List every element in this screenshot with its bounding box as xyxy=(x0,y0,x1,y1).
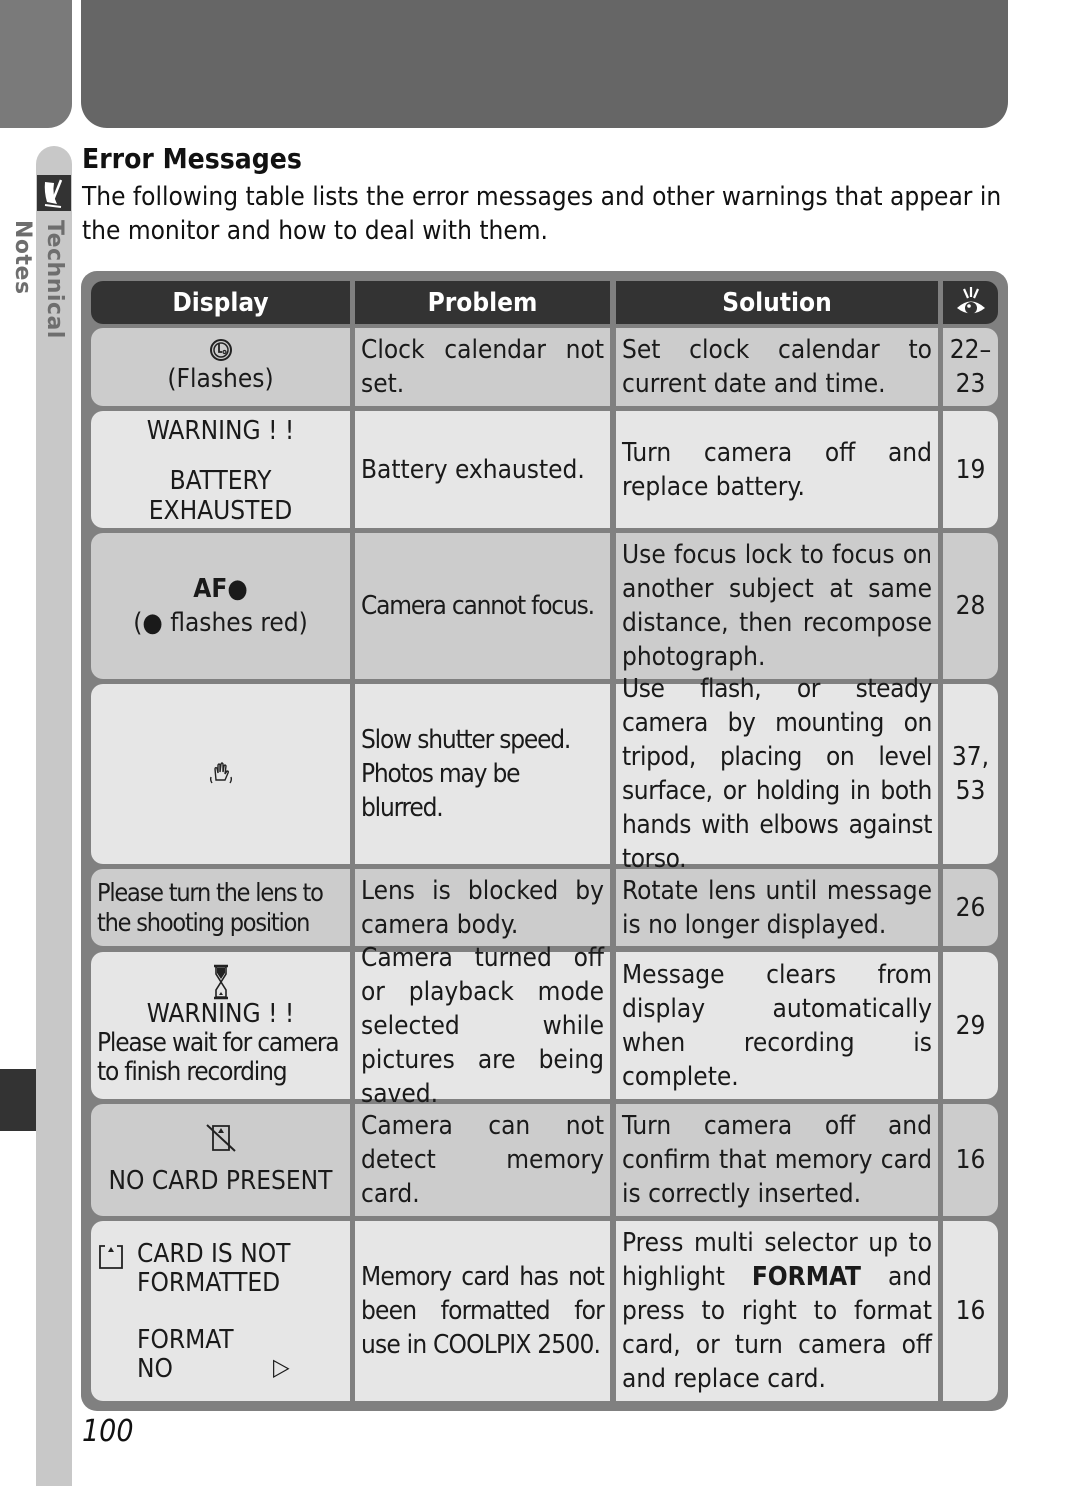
row7-solution: Turn camera off and confirm that memory … xyxy=(616,1104,938,1216)
row7-display: NO CARD PRESENT xyxy=(91,1104,350,1216)
intro-paragraph: The following table lists the error mess… xyxy=(82,182,1002,246)
row8-problem: Memory card has not been formatted for u… xyxy=(355,1221,610,1401)
header-problem: Problem xyxy=(355,281,610,324)
chapter-tab xyxy=(0,1069,36,1131)
row2-problem: Battery exhausted. xyxy=(355,411,610,528)
row3-solution: Use focus lock to focus on another subje… xyxy=(616,533,938,679)
right-arrow-icon: ▷ xyxy=(273,1353,290,1381)
row4-display xyxy=(91,684,350,864)
top-banner xyxy=(81,0,1008,128)
display-text: (● flashes red) xyxy=(133,608,308,638)
top-left-tab xyxy=(0,0,72,128)
display-text: Please wait for camera to finish recordi… xyxy=(97,1028,340,1087)
header-display: Display xyxy=(91,281,350,324)
row7-page: 16 xyxy=(943,1104,998,1216)
card-icon xyxy=(99,1244,123,1269)
no-card-icon xyxy=(205,1124,236,1152)
display-text: FORMAT xyxy=(137,1325,234,1355)
row3-problem: Camera cannot focus. xyxy=(355,533,610,679)
row4-problem: Slow shutter speed. Photos may be blurre… xyxy=(355,684,610,864)
row4-solution: Use flash, or steady camera by mounting … xyxy=(616,674,938,874)
display-text: EXHAUSTED xyxy=(148,495,293,526)
row8-solution: Press multi selector up to highlight FOR… xyxy=(616,1221,938,1401)
eye-reference-icon xyxy=(956,286,985,314)
hourglass-icon xyxy=(213,964,228,1000)
side-label: Technical Notes xyxy=(10,220,67,339)
error-table: Display Problem Solution (Flashes) Clock… xyxy=(81,271,1008,1411)
af-indicator: AF● xyxy=(193,574,248,604)
row1-solution: Set clock calendar to current date and t… xyxy=(616,328,938,406)
display-text: WARNING ! ! xyxy=(146,415,295,446)
display-text: CARD IS NOT xyxy=(137,1239,291,1269)
display-text: NO xyxy=(137,1354,173,1384)
format-keyword: FORMAT xyxy=(751,1262,862,1292)
header-display-label: Display xyxy=(172,287,269,318)
display-text: NO CARD PRESENT xyxy=(108,1166,333,1196)
header-page xyxy=(943,281,998,324)
row7-problem: Camera can not detect memory card. xyxy=(355,1104,610,1216)
row5-display: Please turn the lens to the shooting pos… xyxy=(91,869,350,946)
camera-shake-hand-icon xyxy=(209,762,232,784)
row6-page: 29 xyxy=(943,952,998,1099)
row4-page: 37, 53 xyxy=(943,684,998,864)
row3-page: 28 xyxy=(943,533,998,679)
row2-display: WARNING ! ! BATTERY EXHAUSTED xyxy=(91,411,350,528)
row1-page: 22–23 xyxy=(943,328,998,406)
display-text: (Flashes) xyxy=(167,364,274,394)
row5-solution: Rotate lens until message is no longer d… xyxy=(616,869,938,946)
clock-icon xyxy=(209,339,232,361)
display-text: WARNING ! ! xyxy=(146,999,295,1029)
row2-solution: Turn camera off and replace battery. xyxy=(616,411,938,528)
row6-solution: Message clears from display automaticall… xyxy=(616,952,938,1099)
technical-notes-icon xyxy=(37,175,71,211)
header-solution: Solution xyxy=(616,281,938,324)
row5-page: 26 xyxy=(943,869,998,946)
page-title: Error Messages xyxy=(82,142,302,175)
row6-display: WARNING ! ! Please wait for camera to fi… xyxy=(91,952,350,1099)
row1-display: (Flashes) xyxy=(91,328,350,406)
row2-page: 19 xyxy=(943,411,998,528)
row1-problem: Clock calendar not set. xyxy=(355,328,610,406)
row8-display: CARD IS NOT FORMATTED FORMAT NO ▷ xyxy=(91,1221,350,1401)
header-solution-label: Solution xyxy=(722,287,832,318)
row8-page: 16 xyxy=(943,1221,998,1401)
row3-display: AF● (● flashes red) xyxy=(91,533,350,679)
display-text: FORMATTED xyxy=(137,1268,281,1298)
header-problem-label: Problem xyxy=(427,287,538,318)
page-number: 100 xyxy=(82,1414,134,1449)
row5-problem: Lens is blocked by camera body. xyxy=(355,869,610,946)
problem-text: Slow shutter speed. Photos may be blurre… xyxy=(361,725,571,823)
row6-problem: Camera turned off or playback mode selec… xyxy=(355,943,610,1109)
display-text: BATTERY xyxy=(169,465,272,496)
